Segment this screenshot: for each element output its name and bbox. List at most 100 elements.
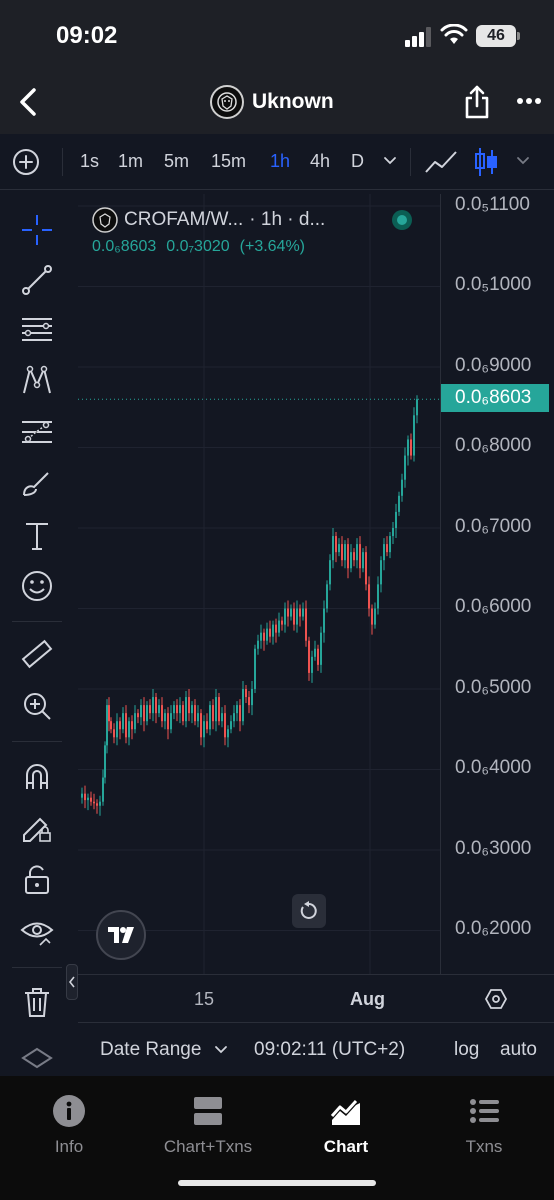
- price-tick: 0.0₆7000: [455, 516, 532, 537]
- visibility-icon[interactable]: [18, 913, 56, 951]
- candle-body: [341, 544, 343, 561]
- candle-body: [359, 544, 361, 569]
- chart-type-dropdown-icon[interactable]: [516, 156, 530, 166]
- candle-body: [158, 705, 160, 714]
- candle-body: [305, 608, 307, 641]
- candle-body: [269, 628, 271, 637]
- zoom-in-icon[interactable]: [18, 687, 56, 725]
- candle-body: [272, 624, 274, 637]
- home-indicator: [178, 1180, 376, 1186]
- back-chevron-icon[interactable]: [14, 84, 44, 120]
- log-scale-toggle[interactable]: log: [454, 1039, 479, 1061]
- battery-indicator: 46: [476, 25, 520, 47]
- trend-line-icon[interactable]: [18, 261, 56, 299]
- pattern-icon[interactable]: [18, 361, 56, 399]
- date-range-chevron-icon[interactable]: [214, 1045, 228, 1055]
- toolbar-divider: [410, 148, 411, 176]
- line-chart-icon[interactable]: [424, 148, 458, 176]
- page-title: Uknown: [252, 90, 334, 113]
- timeframe-1h[interactable]: 1h: [270, 151, 290, 172]
- price-tick: 0.0₆2000: [455, 918, 532, 939]
- info-icon: [53, 1095, 85, 1127]
- date-range-button[interactable]: Date Range: [100, 1039, 201, 1061]
- brush-icon[interactable]: [18, 465, 56, 503]
- candle-body: [188, 697, 190, 714]
- candle-body: [338, 544, 340, 553]
- share-icon[interactable]: [462, 84, 492, 120]
- unlock-icon[interactable]: [18, 861, 56, 899]
- chart-toolbar: 1s 1m 5m 15m 1h 4h D: [0, 134, 554, 190]
- candle-body: [215, 697, 217, 722]
- prediction-icon[interactable]: [18, 413, 56, 451]
- tab-chart[interactable]: Chart: [291, 1094, 401, 1164]
- lock-drawing-icon[interactable]: [18, 809, 56, 847]
- time-axis[interactable]: 15 Aug: [78, 974, 554, 1022]
- candlestick-icon[interactable]: [474, 146, 498, 178]
- candle-body: [407, 439, 409, 456]
- emoji-icon[interactable]: [18, 567, 56, 605]
- tab-info-label: Info: [54, 1137, 84, 1156]
- crosshair-icon[interactable]: [18, 211, 56, 249]
- tab-txns[interactable]: Txns: [429, 1094, 539, 1164]
- candle-body: [155, 697, 157, 714]
- timeframe-1s[interactable]: 1s: [80, 151, 99, 172]
- candle-body: [110, 721, 112, 730]
- candle-body: [266, 628, 268, 641]
- candle-body: [299, 608, 301, 617]
- candle-body: [87, 797, 89, 801]
- magnet-icon[interactable]: [18, 757, 56, 795]
- candle-body: [167, 713, 169, 730]
- candle-body: [326, 584, 328, 609]
- candle-body: [257, 640, 259, 649]
- candle-body: [108, 705, 110, 722]
- price-chart[interactable]: [78, 194, 440, 974]
- candle-body: [194, 705, 196, 722]
- fib-lines-icon[interactable]: [18, 311, 56, 349]
- tools-divider: [12, 741, 62, 742]
- timeframe-4h[interactable]: 4h: [310, 151, 330, 172]
- timeframe-d[interactable]: D: [351, 151, 364, 172]
- timeframe-dropdown-icon[interactable]: [383, 156, 397, 166]
- candle-body: [302, 608, 304, 617]
- candle-body: [84, 793, 86, 801]
- candle-body: [320, 632, 322, 665]
- reset-icon: [300, 901, 317, 919]
- legend-symbol[interactable]: CROFAM/W...: [124, 209, 243, 231]
- candle-body: [236, 705, 238, 714]
- candle-body: [278, 620, 280, 633]
- candle-body: [137, 713, 139, 718]
- timeframe-1m[interactable]: 1m: [118, 151, 143, 172]
- timeframe-5m[interactable]: 5m: [164, 151, 189, 172]
- price-axis[interactable]: 0.0₅1100 0.0₅1000 0.0₆9000 0.0₆8000 0.0₆…: [440, 194, 554, 974]
- tab-chart-label: Chart: [323, 1137, 369, 1156]
- auto-scale-toggle[interactable]: auto: [500, 1039, 537, 1061]
- candle-body: [347, 544, 349, 569]
- candle-body: [335, 536, 337, 553]
- candle-body: [284, 608, 286, 625]
- tradingview-logo[interactable]: [96, 910, 146, 960]
- add-symbol-icon[interactable]: [12, 148, 40, 176]
- candle-body: [353, 552, 355, 561]
- candle-body: [176, 705, 178, 714]
- clock-display[interactable]: 09:02:11 (UTC+2): [254, 1039, 405, 1061]
- candle-body: [143, 705, 145, 722]
- ruler-icon[interactable]: [18, 635, 56, 673]
- trash-icon[interactable]: [18, 983, 56, 1021]
- candle-body: [239, 705, 241, 722]
- candle-body: [218, 697, 220, 722]
- candle-body: [392, 528, 394, 537]
- chart-settings-icon[interactable]: [484, 987, 508, 1011]
- tab-chart-txns[interactable]: Chart+Txns: [153, 1094, 263, 1164]
- collapse-toolbar-button[interactable]: [66, 964, 78, 1000]
- timeframe-15m[interactable]: 15m: [211, 151, 246, 172]
- more-icon[interactable]: [516, 96, 542, 106]
- tab-info[interactable]: Info: [14, 1094, 124, 1164]
- text-icon[interactable]: [18, 517, 56, 555]
- candle-body: [93, 801, 95, 804]
- reset-chart-button[interactable]: [292, 894, 326, 928]
- chart-area[interactable]: [78, 194, 440, 974]
- candle-body: [398, 495, 400, 512]
- price-tick: 0.0₆5000: [455, 677, 532, 698]
- candle-body: [203, 721, 205, 738]
- legend-change: 0.0₇3020: [166, 238, 230, 255]
